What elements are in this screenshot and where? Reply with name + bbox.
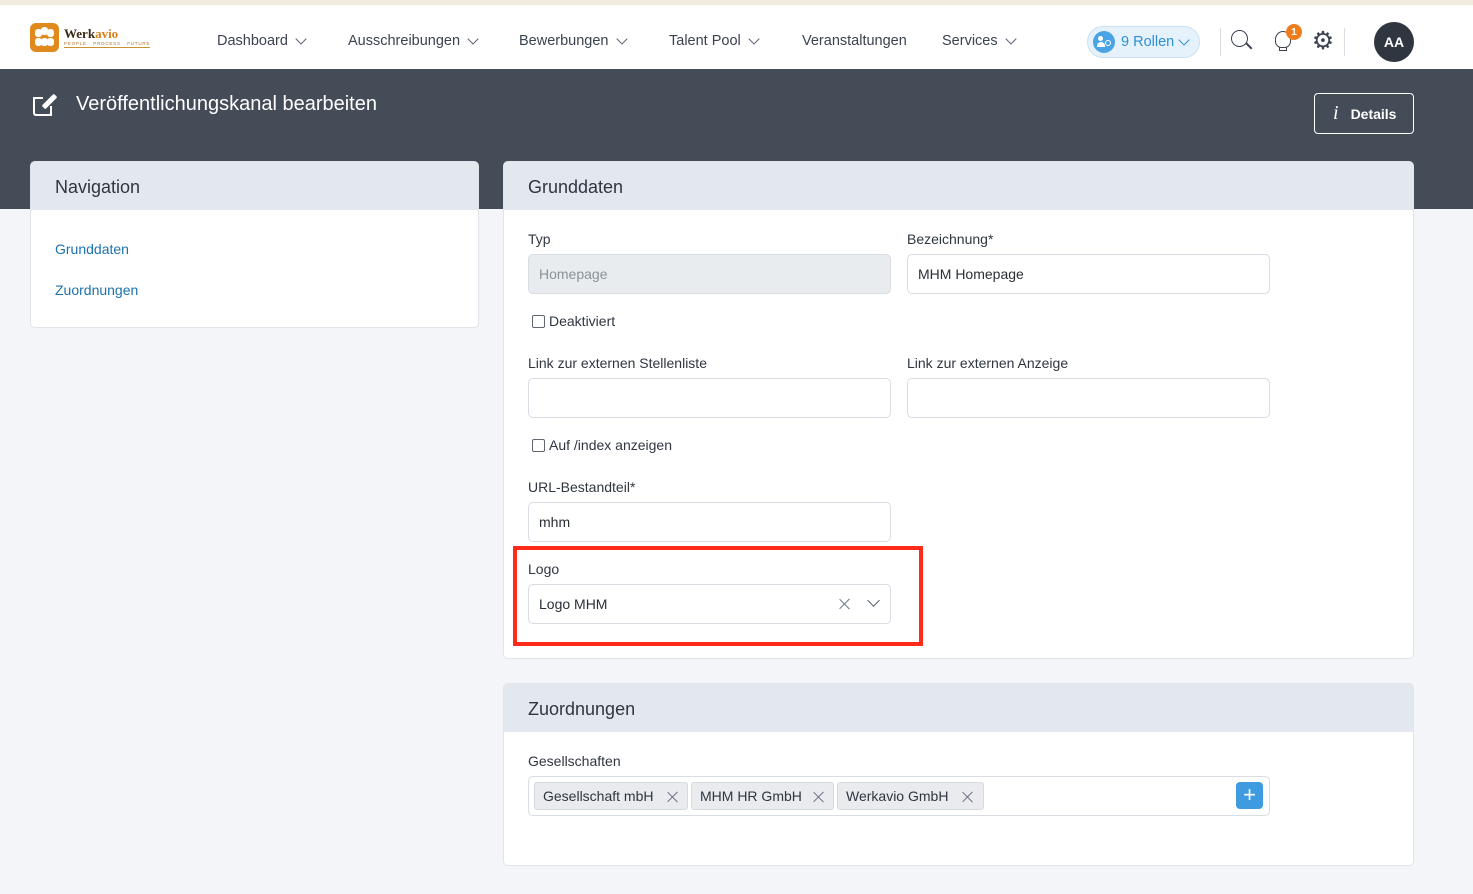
- typ-label: Typ: [528, 231, 551, 247]
- tag: Werkavio GmbH: [837, 782, 984, 810]
- chevron-down-icon: [295, 32, 307, 45]
- add-button[interactable]: +: [1236, 782, 1263, 809]
- roles-label: 9 Rollen: [1121, 34, 1175, 50]
- highlight-box: [513, 546, 923, 646]
- divider: [1344, 28, 1345, 56]
- roles-dropdown[interactable]: 9 Rollen: [1087, 26, 1200, 58]
- gesellschaften-tag-input[interactable]: Gesellschaft mbH MHM HR GmbH Werkavio Gm…: [528, 776, 1270, 816]
- stellenliste-input[interactable]: [528, 378, 891, 418]
- chevron-down-icon: [1178, 33, 1190, 46]
- close-icon[interactable]: [812, 790, 826, 804]
- chevron-down-icon: [467, 32, 479, 45]
- menu-bewerbungen[interactable]: Bewerbungen: [519, 32, 628, 49]
- tag: MHM HR GmbH: [691, 782, 834, 810]
- checkbox-box[interactable]: [532, 438, 545, 452]
- user-roles-icon: [1093, 31, 1115, 53]
- nav-link-zuordnungen[interactable]: Zuordnungen: [55, 282, 138, 298]
- close-icon[interactable]: [961, 790, 975, 804]
- navigation-title: Navigation: [31, 162, 478, 210]
- chevron-down-icon: [748, 32, 760, 45]
- menu-talent-pool[interactable]: Talent Pool: [669, 32, 760, 49]
- logo-name: Werkavio: [64, 25, 119, 41]
- info-icon: i: [1333, 102, 1339, 124]
- typ-field: Homepage: [528, 254, 891, 294]
- top-navigation-bar: Werkavio PEOPLE · PROCESS · FUTURE Dashb…: [0, 0, 1473, 69]
- checkbox-box[interactable]: [532, 314, 545, 328]
- tag: Gesellschaft mbH: [534, 782, 688, 810]
- index-checkbox[interactable]: Auf /index anzeigen: [532, 437, 672, 453]
- anzeige-input[interactable]: [907, 378, 1270, 418]
- chevron-down-icon: [1004, 32, 1017, 45]
- menu-dashboard[interactable]: Dashboard: [217, 32, 307, 49]
- menu-veranstaltungen[interactable]: Veranstaltungen: [802, 33, 907, 49]
- bezeichnung-label: Bezeichnung*: [907, 231, 994, 247]
- anzeige-label: Link zur externen Anzeige: [907, 355, 1069, 371]
- nav-link-grunddaten[interactable]: Grunddaten: [55, 241, 129, 257]
- details-button[interactable]: i Details: [1314, 93, 1414, 134]
- gesellschaften-label: Gesellschaften: [528, 753, 621, 769]
- werkavio-logo[interactable]: Werkavio PEOPLE · PROCESS · FUTURE: [30, 23, 151, 52]
- zuordnungen-card: Zuordnungen: [503, 683, 1414, 866]
- gear-icon[interactable]: ⚙: [1309, 27, 1337, 55]
- menu-ausschreibungen[interactable]: Ausschreibungen: [348, 32, 479, 49]
- page-title: Veröffentlichungskanal bearbeiten: [76, 93, 377, 115]
- notification-badge: 1: [1286, 24, 1302, 40]
- divider: [1220, 28, 1221, 56]
- menu-services[interactable]: Services: [942, 32, 1017, 49]
- stellenliste-label: Link zur externen Stellenliste: [528, 355, 707, 371]
- url-label: URL-Bestandteil*: [528, 479, 636, 495]
- edit-icon: [32, 92, 58, 118]
- logo-tagline: PEOPLE · PROCESS · FUTURE: [64, 41, 151, 49]
- logo-mark-icon: [30, 23, 59, 52]
- chevron-down-icon: [615, 32, 628, 45]
- avatar[interactable]: AA: [1374, 22, 1414, 62]
- close-icon[interactable]: [666, 790, 680, 804]
- zuordnungen-title: Zuordnungen: [504, 684, 1413, 732]
- deaktiviert-checkbox[interactable]: Deaktiviert: [532, 313, 615, 329]
- search-icon[interactable]: [1228, 27, 1256, 55]
- grunddaten-title: Grunddaten: [504, 162, 1413, 210]
- url-input[interactable]: mhm: [528, 502, 891, 542]
- bezeichnung-input[interactable]: MHM Homepage: [907, 254, 1270, 294]
- navigation-card: Navigation Grunddaten Zuordnungen: [30, 161, 479, 328]
